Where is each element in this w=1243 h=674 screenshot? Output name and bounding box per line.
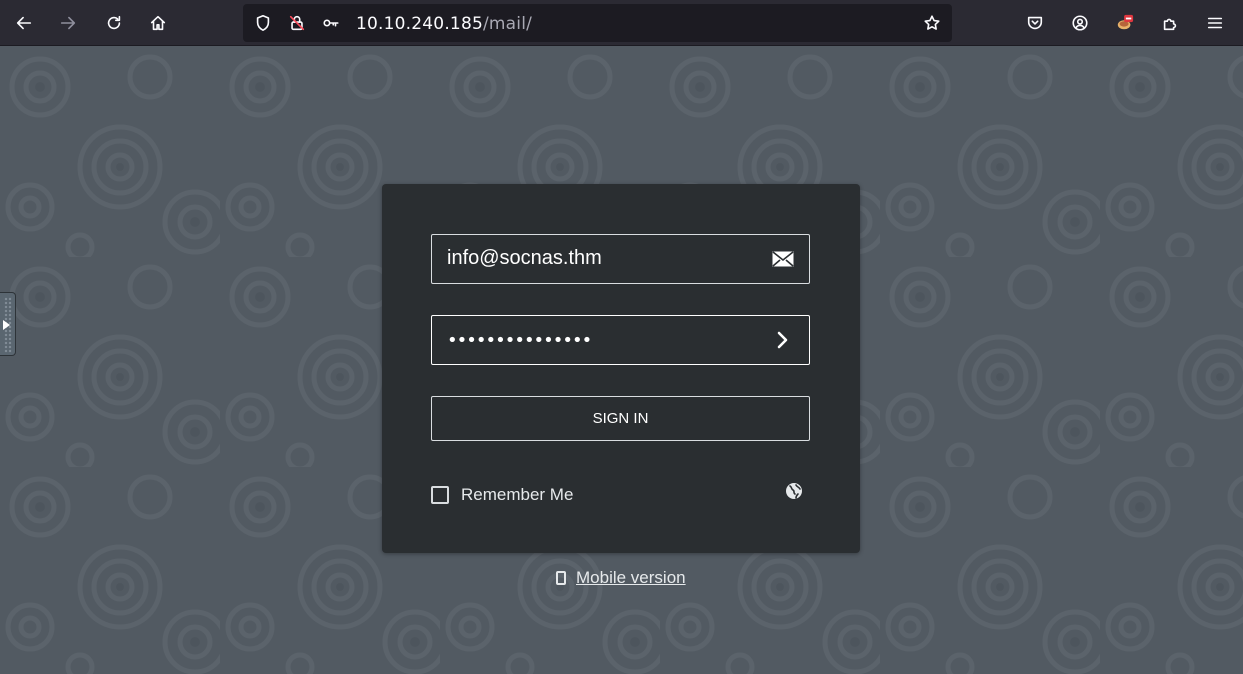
- password-field[interactable]: •••••••••••••••: [431, 315, 810, 365]
- extension-button[interactable]: [1109, 7, 1141, 39]
- home-button[interactable]: [142, 7, 174, 39]
- password-value: •••••••••••••••: [447, 330, 592, 351]
- account-button[interactable]: [1064, 7, 1096, 39]
- remember-me-checkbox[interactable]: [431, 486, 449, 504]
- puzzle-icon: [1163, 18, 1177, 31]
- reload-button[interactable]: [98, 7, 130, 39]
- url-bar[interactable]: 10.10.240.185/mail/: [243, 4, 952, 42]
- url-host: 10.10.240.185: [356, 14, 483, 34]
- arrow-right-icon: [60, 16, 76, 30]
- url-path: /mail/: [482, 14, 533, 34]
- browser-toolbar: 10.10.240.185/mail/: [0, 0, 1243, 46]
- email-value: info@socnas.thm: [447, 247, 602, 269]
- mobile-phone-icon: [556, 571, 566, 585]
- reload-icon: [107, 15, 121, 30]
- remember-me[interactable]: Remember Me: [431, 484, 573, 506]
- envelope-icon: [771, 249, 795, 269]
- extension-icon: [1117, 14, 1134, 30]
- expand-arrow-icon: [3, 320, 10, 330]
- login-form: info@socnas.thm ••••••••••••••• SIGN IN …: [382, 184, 860, 553]
- arrow-left-icon: [16, 16, 32, 30]
- chevron-right-icon[interactable]: [771, 330, 795, 350]
- tracking-shield-icon[interactable]: [253, 13, 273, 33]
- email-field[interactable]: info@socnas.thm: [431, 234, 810, 284]
- home-icon: [150, 15, 166, 31]
- insecure-lock-icon[interactable]: [287, 13, 307, 33]
- back-button[interactable]: [8, 7, 40, 39]
- globe-icon[interactable]: [785, 482, 803, 500]
- forward-button[interactable]: [52, 7, 84, 39]
- sign-in-button[interactable]: SIGN IN: [431, 396, 810, 441]
- remember-me-label: Remember Me: [461, 485, 574, 504]
- account-icon: [1072, 15, 1088, 31]
- bookmark-star-icon[interactable]: [922, 13, 942, 33]
- key-icon[interactable]: [321, 13, 341, 33]
- pocket-icon: [1027, 16, 1043, 30]
- pocket-button[interactable]: [1019, 7, 1051, 39]
- extensions-menu-button[interactable]: [1154, 7, 1186, 39]
- hamburger-menu-icon: [1207, 17, 1223, 29]
- url-text[interactable]: 10.10.240.185/mail/: [356, 14, 532, 34]
- mobile-version-label: Mobile version: [576, 568, 686, 587]
- side-panel-handle[interactable]: [0, 292, 16, 356]
- mobile-version-link[interactable]: Mobile version: [556, 567, 686, 589]
- app-menu-button[interactable]: [1199, 7, 1231, 39]
